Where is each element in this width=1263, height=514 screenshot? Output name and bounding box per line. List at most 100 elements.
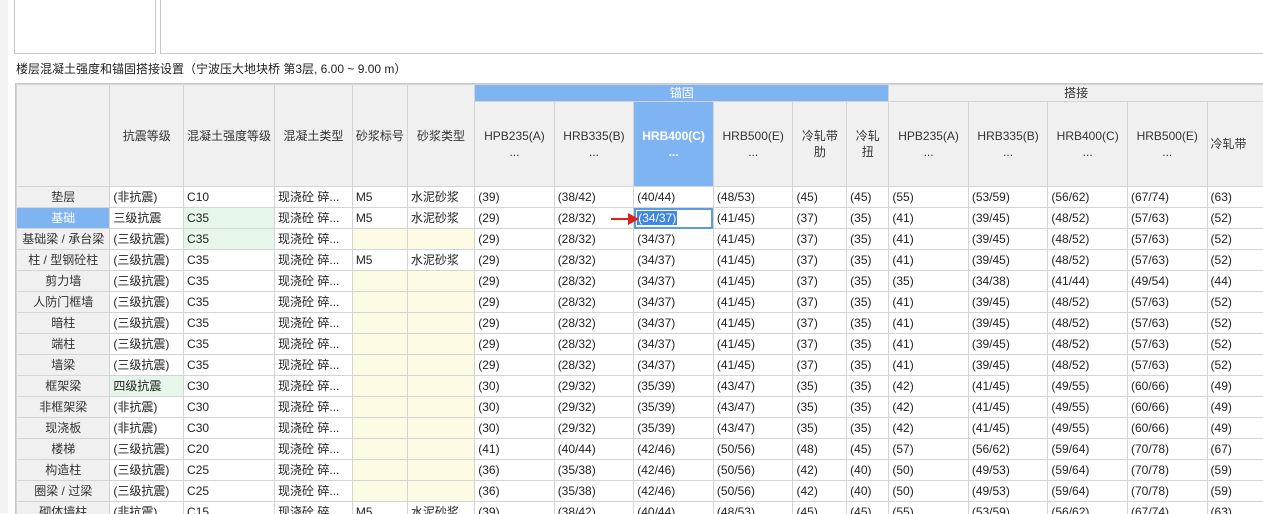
lap-hpb235-cell[interactable]: (41) <box>889 250 968 271</box>
lap-hpb235-cell[interactable]: (42) <box>889 376 968 397</box>
concrete-type-cell[interactable]: 现浇砼 碎... <box>275 292 353 313</box>
seismic-cell[interactable]: (非抗震) <box>110 502 184 514</box>
seismic-cell[interactable]: (三级抗震) <box>110 481 184 502</box>
anchor-hrb400-cell[interactable]: (42/46) <box>634 439 714 460</box>
anchor-hpb235-cell[interactable]: (29) <box>475 250 554 271</box>
lap-hrb400-cell[interactable]: (59/64) <box>1048 481 1128 502</box>
concrete-type-cell[interactable]: 现浇砼 碎... <box>275 397 353 418</box>
anchor-hrb500-cell[interactable]: (41/45) <box>713 292 793 313</box>
concrete-type-cell[interactable]: 现浇砼 碎... <box>275 187 353 208</box>
anchor-hrb335-cell[interactable]: (38/42) <box>554 187 634 208</box>
col-header-anchor-hrb500[interactable]: HRB500(E)... <box>713 102 793 187</box>
lap-hrb400-cell[interactable]: (48/52) <box>1048 292 1128 313</box>
concrete-type-cell[interactable]: 现浇砼 碎... <box>275 418 353 439</box>
lap-hrb335-cell[interactable]: (41/45) <box>968 376 1048 397</box>
lap-hpb235-cell[interactable]: (41) <box>889 208 968 229</box>
anchor-hrb335-cell[interactable]: (29/32) <box>554 376 634 397</box>
row-header[interactable]: 非框架梁 <box>17 397 110 418</box>
col-header-lap-cold-ribbed[interactable]: 冷轧带 <box>1207 102 1263 187</box>
anchor-hrb500-cell[interactable]: (41/45) <box>713 208 793 229</box>
lap-cold-ribbed-cell[interactable]: (49) <box>1207 376 1263 397</box>
lap-cold-ribbed-cell[interactable]: (52) <box>1207 208 1263 229</box>
anchor-hrb335-cell[interactable]: (28/32) <box>554 271 634 292</box>
lap-cold-ribbed-cell[interactable]: (52) <box>1207 292 1263 313</box>
anchor-hrb400-cell[interactable]: (35/39) <box>634 376 714 397</box>
concrete-type-cell[interactable]: 现浇砼 碎... <box>275 271 353 292</box>
lap-hrb400-cell[interactable]: (59/64) <box>1048 460 1128 481</box>
anchor-hpb235-cell[interactable]: (30) <box>475 376 554 397</box>
anchor-cold-twist-cell[interactable]: (35) <box>847 250 889 271</box>
lap-hpb235-cell[interactable]: (41) <box>889 334 968 355</box>
concrete-grade-cell[interactable]: C15 <box>184 502 275 514</box>
seismic-cell[interactable]: 四级抗震 <box>110 376 184 397</box>
concrete-grade-cell[interactable]: C35 <box>184 229 275 250</box>
concrete-grade-cell[interactable]: C25 <box>184 481 275 502</box>
concrete-grade-cell[interactable]: C35 <box>184 250 275 271</box>
lap-hrb500-cell[interactable]: (60/66) <box>1127 418 1207 439</box>
anchor-hpb235-cell[interactable]: (41) <box>475 439 554 460</box>
anchor-hpb235-cell[interactable]: (30) <box>475 418 554 439</box>
mortar-grade-cell[interactable]: M5 <box>352 250 407 271</box>
seismic-cell[interactable]: (三级抗震) <box>110 271 184 292</box>
seismic-cell[interactable]: (三级抗震) <box>110 355 184 376</box>
lap-hrb500-cell[interactable]: (57/63) <box>1127 334 1207 355</box>
table-row[interactable]: 剪力墙(三级抗震)C35现浇砼 碎...(29)(28/32)(34/37)(4… <box>17 271 1263 292</box>
lap-hpb235-cell[interactable]: (41) <box>889 355 968 376</box>
lap-cold-ribbed-cell[interactable]: (63) <box>1207 187 1263 208</box>
lap-hpb235-cell[interactable]: (57) <box>889 439 968 460</box>
anchor-cold-ribbed-cell[interactable]: (35) <box>793 397 847 418</box>
mortar-grade-cell[interactable] <box>352 397 407 418</box>
anchor-hrb400-cell[interactable]: (34/37) <box>634 271 714 292</box>
anchor-cold-ribbed-cell[interactable]: (45) <box>793 187 847 208</box>
anchor-hrb500-cell[interactable]: (43/47) <box>713 418 793 439</box>
col-header-lap-hrb500[interactable]: HRB500(E)... <box>1127 102 1207 187</box>
anchor-cold-twist-cell[interactable]: (35) <box>847 334 889 355</box>
anchor-hrb400-cell[interactable]: (35/39) <box>634 397 714 418</box>
anchor-cold-twist-cell[interactable]: (35) <box>847 208 889 229</box>
lap-hrb335-cell[interactable]: (39/45) <box>968 292 1048 313</box>
anchor-hrb335-cell[interactable]: (35/38) <box>554 460 634 481</box>
anchor-hrb335-cell[interactable]: (28/32) <box>554 313 634 334</box>
anchor-cold-twist-cell[interactable]: (35) <box>847 397 889 418</box>
col-header-concrete-type[interactable]: 混凝土类型 <box>275 85 353 187</box>
anchor-hrb500-cell[interactable]: (41/45) <box>713 229 793 250</box>
anchor-hrb400-cell[interactable]: (34/37) <box>634 292 714 313</box>
lap-hrb500-cell[interactable]: (57/63) <box>1127 250 1207 271</box>
settings-grid[interactable]: 抗震等级 混凝土强度等级 混凝土类型 砂浆标号 砂浆类型 锚固 搭接 HPB23… <box>15 83 1263 514</box>
lap-hrb400-cell[interactable]: (59/64) <box>1048 439 1128 460</box>
mortar-grade-cell[interactable] <box>352 376 407 397</box>
anchor-cold-twist-cell[interactable]: (35) <box>847 355 889 376</box>
table-row[interactable]: 端柱(三级抗震)C35现浇砼 碎...(29)(28/32)(34/37)(41… <box>17 334 1263 355</box>
concrete-type-cell[interactable]: 现浇砼 碎... <box>275 460 353 481</box>
lap-hrb400-cell[interactable]: (56/62) <box>1048 187 1128 208</box>
anchor-hrb400-cell[interactable]: (42/46) <box>634 460 714 481</box>
anchor-cold-twist-cell[interactable]: (40) <box>847 460 889 481</box>
row-header[interactable]: 基础 <box>17 208 110 229</box>
anchor-hrb500-cell[interactable]: (50/56) <box>713 460 793 481</box>
concrete-type-cell[interactable]: 现浇砼 碎... <box>275 334 353 355</box>
lap-hpb235-cell[interactable]: (50) <box>889 460 968 481</box>
anchor-hrb335-cell[interactable]: (29/32) <box>554 418 634 439</box>
lap-hrb500-cell[interactable]: (57/63) <box>1127 355 1207 376</box>
table-row[interactable]: 楼梯(三级抗震)C20现浇砼 碎...(41)(40/44)(42/46)(50… <box>17 439 1263 460</box>
anchor-cold-twist-cell[interactable]: (40) <box>847 481 889 502</box>
row-header[interactable]: 基础梁 / 承台梁 <box>17 229 110 250</box>
anchor-cold-ribbed-cell[interactable]: (42) <box>793 460 847 481</box>
row-header[interactable]: 楼梯 <box>17 439 110 460</box>
lap-hrb335-cell[interactable]: (56/62) <box>968 439 1048 460</box>
lap-hrb500-cell[interactable]: (60/66) <box>1127 397 1207 418</box>
table-row[interactable]: 墙梁(三级抗震)C35现浇砼 碎...(29)(28/32)(34/37)(41… <box>17 355 1263 376</box>
mortar-type-cell[interactable]: 水泥砂浆 <box>407 187 474 208</box>
col-header-seismic[interactable]: 抗震等级 <box>110 85 184 187</box>
lap-hpb235-cell[interactable]: (55) <box>889 502 968 514</box>
lap-hpb235-cell[interactable]: (55) <box>889 187 968 208</box>
row-header[interactable]: 圈梁 / 过梁 <box>17 481 110 502</box>
col-header-anchor-hrb400[interactable]: HRB400(C)... <box>634 102 714 187</box>
lap-cold-ribbed-cell[interactable]: (59) <box>1207 460 1263 481</box>
anchor-hrb400-cell[interactable]: (34/37) <box>634 229 714 250</box>
lap-hrb400-cell[interactable]: (49/55) <box>1048 397 1128 418</box>
lap-hrb500-cell[interactable]: (60/66) <box>1127 376 1207 397</box>
lap-hrb400-cell[interactable]: (48/52) <box>1048 334 1128 355</box>
lap-hrb335-cell[interactable]: (39/45) <box>968 355 1048 376</box>
mortar-grade-cell[interactable] <box>352 313 407 334</box>
